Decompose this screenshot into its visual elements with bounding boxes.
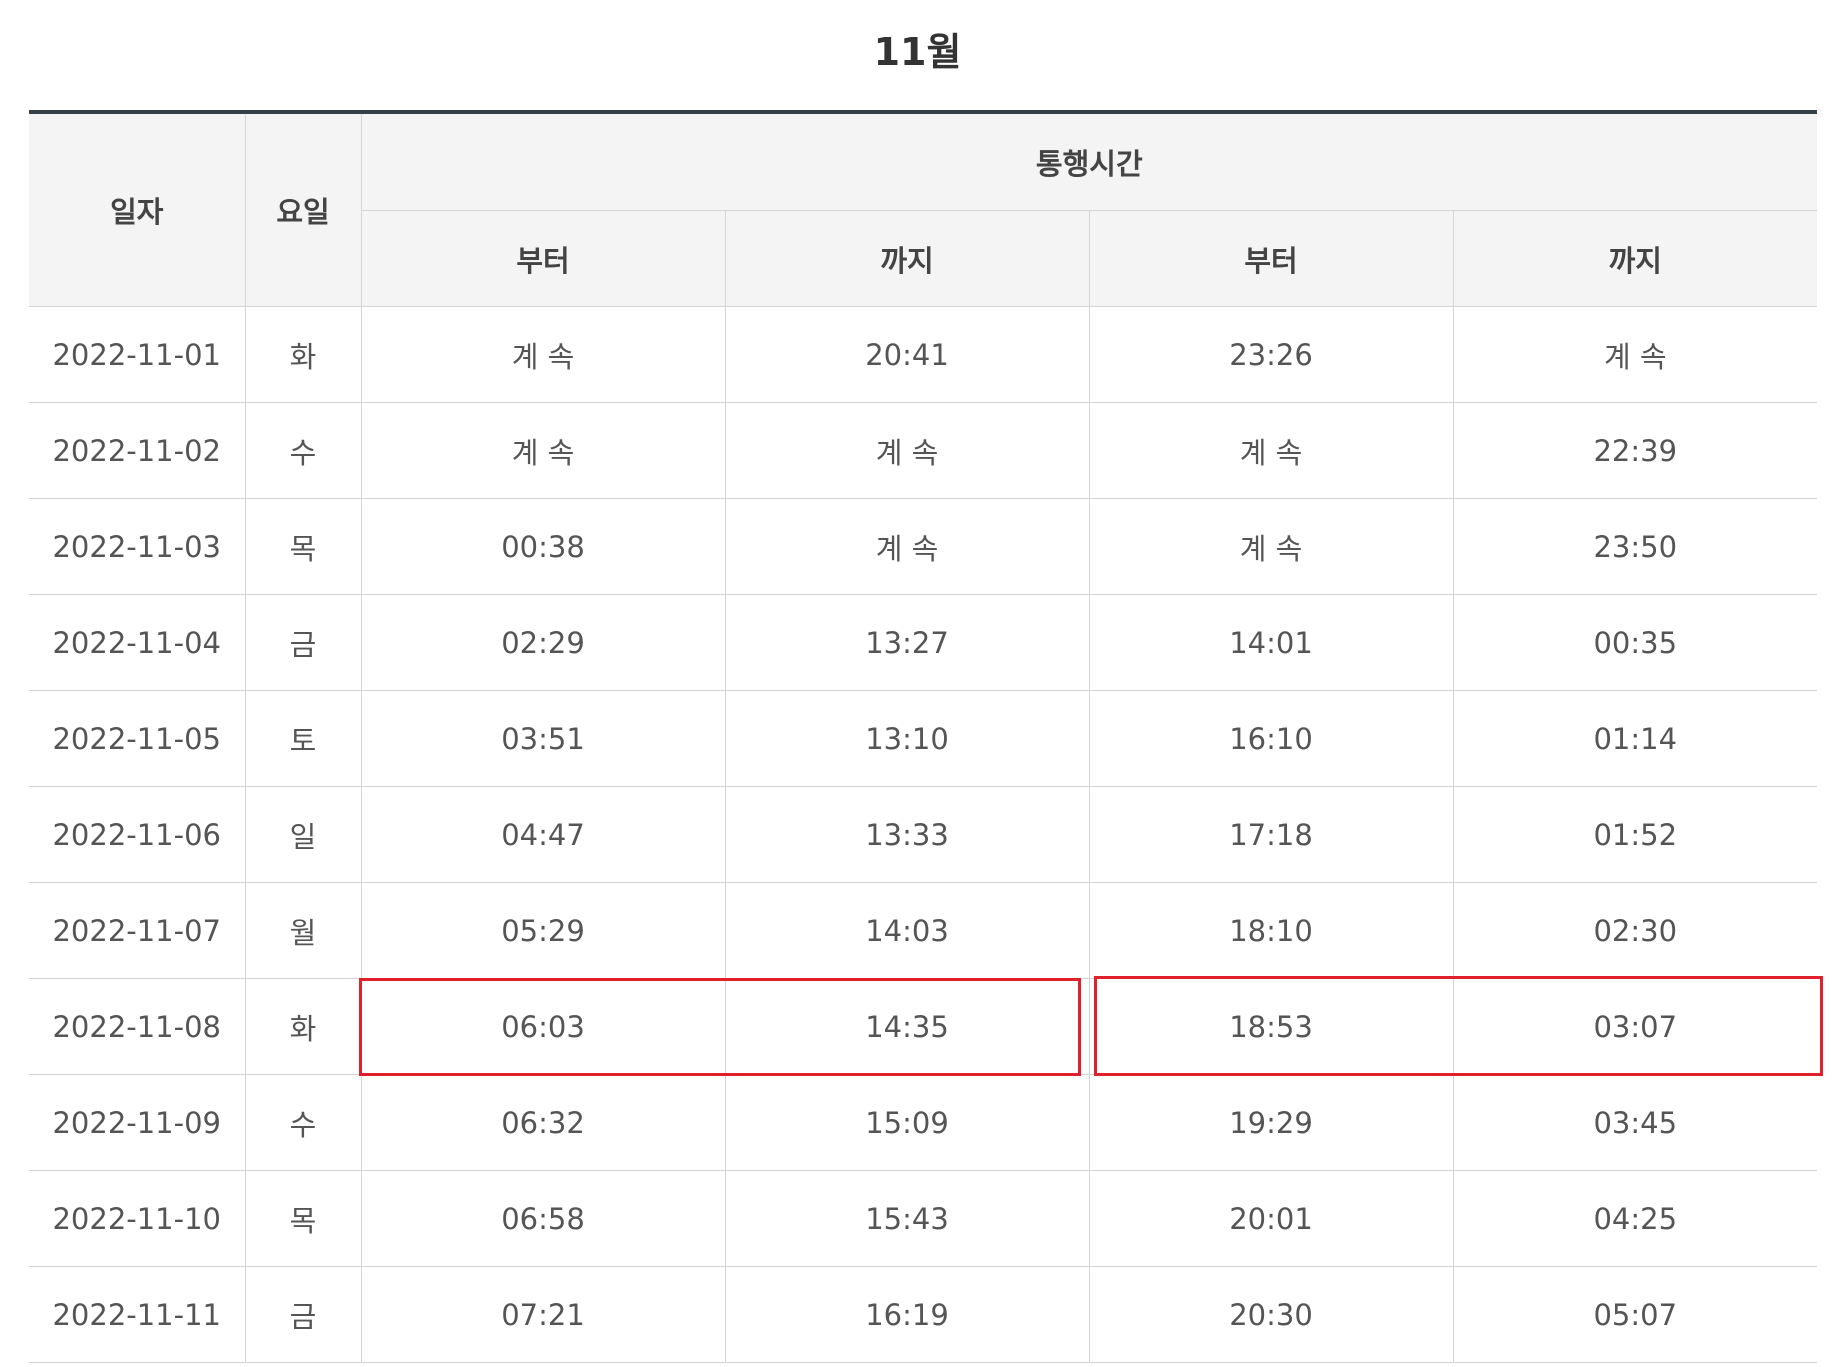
- table-row: 2022-11-10 목 06:58 15:43 20:01 04:25: [29, 1170, 1818, 1267]
- cell-from-1: 06:32: [360, 1074, 726, 1171]
- cell-date: 2022-11-01: [29, 306, 246, 403]
- cell-from-2: 18:10: [1088, 882, 1454, 979]
- cell-until-2: 01:14: [1452, 690, 1818, 787]
- table-row: 2022-11-06 일 04:47 13:33 17:18 01:52: [29, 786, 1818, 883]
- header-date: 일자: [29, 111, 246, 307]
- cell-date: 2022-11-08: [29, 978, 246, 1075]
- cell-until-2: 23:50: [1452, 498, 1818, 595]
- cell-until-2: 02:30: [1452, 882, 1818, 979]
- cell-from-1: 06:03: [360, 978, 726, 1075]
- cell-from-1: 04:47: [360, 786, 726, 883]
- header-until-2: 까지: [1452, 210, 1818, 307]
- cell-date: 2022-11-05: [29, 690, 246, 787]
- header-from-1: 부터: [361, 210, 726, 307]
- cell-until-2: 03:07: [1452, 978, 1818, 1075]
- cell-weekday: 금: [244, 1266, 362, 1363]
- cell-until-2: 22:39: [1452, 402, 1818, 499]
- cell-until-2: 04:25: [1452, 1170, 1818, 1267]
- table-row: 2022-11-09 수 06:32 15:09 19:29 03:45: [29, 1074, 1818, 1171]
- cell-until-1: 14:03: [724, 882, 1090, 979]
- cell-from-2: 계 속: [1088, 402, 1454, 499]
- table-row: 2022-11-04 금 02:29 13:27 14:01 00:35: [29, 594, 1818, 691]
- header-until-1: 까지: [724, 210, 1090, 307]
- cell-until-1: 13:33: [724, 786, 1090, 883]
- cell-until-1: 15:09: [724, 1074, 1090, 1171]
- cell-until-1: 14:35: [724, 978, 1090, 1075]
- cell-until-1: 계 속: [724, 402, 1090, 499]
- cell-until-1: 20:41: [724, 306, 1090, 403]
- cell-date: 2022-11-07: [29, 882, 246, 979]
- table-row: 2022-11-02 수 계 속계 속계 속 22:39: [29, 402, 1818, 499]
- cell-from-1: 00:38: [360, 498, 726, 595]
- cell-date: 2022-11-03: [29, 498, 246, 595]
- cell-weekday: 수: [244, 1074, 362, 1171]
- header-weekday: 요일: [244, 111, 362, 307]
- table-row: 2022-11-08 화 06:03 14:35 18:53 03:07: [29, 978, 1818, 1075]
- table-body: 2022-11-01 화 계 속 20:41 23:26 계 속 2022-11-02 수 계 …: [29, 306, 1818, 1363]
- cell-from-1: 03:51: [360, 690, 726, 787]
- table-row: 2022-11-01 화 계 속 20:41 23:26 계 속: [29, 306, 1818, 403]
- cell-weekday: 목: [244, 498, 362, 595]
- cell-until-1: 13:27: [724, 594, 1090, 691]
- cell-date: 2022-11-02: [29, 402, 246, 499]
- cell-from-1: 06:58: [360, 1170, 726, 1267]
- table-header: 일자 요일 통행시간 부터 까지 부터 까지: [29, 111, 1818, 307]
- cell-weekday: 화: [244, 306, 362, 403]
- cell-from-1: 계 속: [360, 306, 726, 403]
- cell-until-1: 15:43: [724, 1170, 1090, 1267]
- cell-from-1: 02:29: [360, 594, 726, 691]
- table-row: 2022-11-07 월 05:29 14:03 18:10 02:30: [29, 882, 1818, 979]
- cell-date: 2022-11-06: [29, 786, 246, 883]
- cell-from-1: 계 속: [360, 402, 726, 499]
- cell-from-2: 계 속: [1088, 498, 1454, 595]
- cell-from-2: 20:30: [1088, 1266, 1454, 1363]
- month-title: 11월: [873, 30, 962, 74]
- cell-until-2: 00:35: [1452, 594, 1818, 691]
- cell-date: 2022-11-11: [29, 1266, 246, 1363]
- cell-from-2: 17:18: [1088, 786, 1454, 883]
- cell-from-2: 19:29: [1088, 1074, 1454, 1171]
- table-row: 2022-11-11 금 07:21 16:19 20:30 05:07: [29, 1266, 1818, 1363]
- header-from-2: 부터: [1088, 210, 1454, 307]
- schedule-table: 일자 요일 통행시간 부터 까지 부터 까지 2022-11-01 화 계 속 20:…: [29, 110, 1818, 1363]
- cell-until-1: 계 속: [724, 498, 1090, 595]
- cell-date: 2022-11-04: [29, 594, 246, 691]
- cell-until-1: 16:19: [724, 1266, 1090, 1363]
- cell-until-2: 03:45: [1452, 1074, 1818, 1171]
- cell-weekday: 일: [244, 786, 362, 883]
- cell-weekday: 목: [244, 1170, 362, 1267]
- cell-weekday: 월: [244, 882, 362, 979]
- cell-from-1: 07:21: [360, 1266, 726, 1363]
- cell-weekday: 수: [244, 402, 362, 499]
- cell-weekday: 금: [244, 594, 362, 691]
- cell-until-2: 계 속: [1452, 306, 1818, 403]
- cell-weekday: 토: [244, 690, 362, 787]
- cell-from-2: 16:10: [1088, 690, 1454, 787]
- cell-weekday: 화: [244, 978, 362, 1075]
- cell-until-1: 13:10: [724, 690, 1090, 787]
- cell-date: 2022-11-09: [29, 1074, 246, 1171]
- table-row: 2022-11-03 목 00:38 계 속계 속 23:50: [29, 498, 1818, 595]
- cell-from-2: 20:01: [1088, 1170, 1454, 1267]
- cell-date: 2022-11-10: [29, 1170, 246, 1267]
- cell-until-2: 01:52: [1452, 786, 1818, 883]
- table-row: 2022-11-05 토 03:51 13:10 16:10 01:14: [29, 690, 1818, 787]
- cell-from-2: 14:01: [1088, 594, 1454, 691]
- schedule-table-container: 일자 요일 통행시간 부터 까지 부터 까지 2022-11-01 화 계 속 20:…: [29, 110, 1818, 1363]
- cell-from-2: 18:53: [1088, 978, 1454, 1075]
- cell-from-2: 23:26: [1088, 306, 1454, 403]
- header-passage-time: 통행시간: [360, 111, 1818, 211]
- cell-from-1: 05:29: [360, 882, 726, 979]
- cell-until-2: 05:07: [1452, 1266, 1818, 1363]
